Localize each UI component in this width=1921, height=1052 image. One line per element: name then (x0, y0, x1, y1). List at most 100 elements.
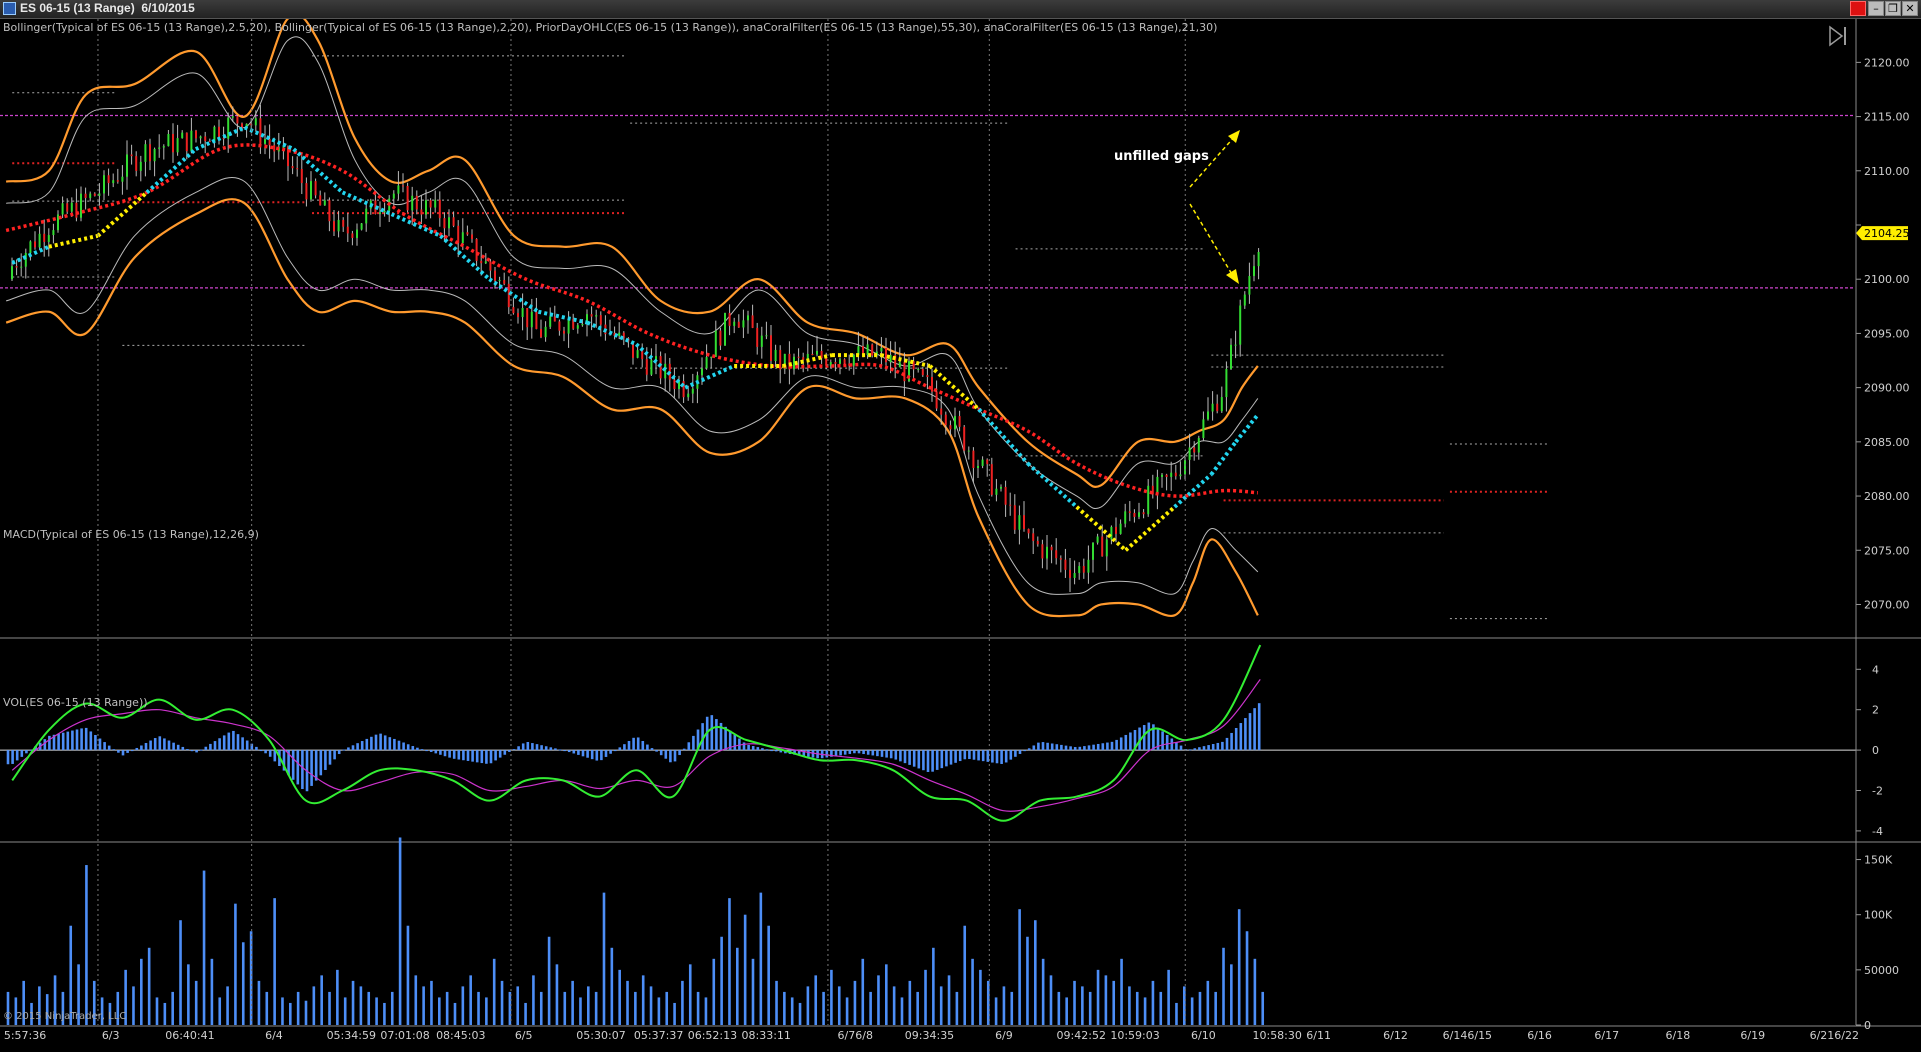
macd-histogram-bar (301, 750, 304, 790)
volume-bar (563, 991, 567, 1025)
macd-histogram-bar (94, 734, 97, 751)
volume-bar (916, 991, 919, 1025)
volume-bar (673, 1002, 676, 1025)
candle-body (967, 450, 970, 452)
candle-body (802, 357, 805, 360)
macd-histogram-bar (1018, 750, 1022, 754)
macd-histogram-bar (48, 735, 51, 751)
candle-body (342, 219, 345, 227)
candle-body (1248, 276, 1251, 295)
volume-bar (1104, 975, 1108, 1025)
macd-histogram-bar (715, 719, 718, 751)
candle-body (521, 308, 524, 318)
candle-body (1174, 472, 1177, 477)
volume-bar (179, 920, 182, 1025)
macd-histogram-bar (1087, 745, 1091, 751)
candle-body (434, 199, 437, 208)
volume-bar (853, 980, 857, 1025)
candle-body (1147, 485, 1150, 515)
time-axis-label: 5:57:36 (4, 1029, 46, 1042)
macd-histogram-bar (153, 738, 157, 751)
macd-histogram-bar (991, 750, 994, 763)
candle-body (1184, 459, 1186, 475)
time-axis-label: 05:34:59 (327, 1029, 376, 1042)
candle-body (940, 408, 943, 415)
chart-area[interactable]: 2070.00 2075.00 2080.00 2085.00 2090.00 2095.… (0, 19, 1921, 1052)
macd-histogram-bar (1023, 750, 1026, 752)
macd-histogram-bar (406, 744, 410, 751)
candle-body (1253, 266, 1255, 277)
volume-axis-label: 0 (1864, 1019, 1871, 1032)
macd-histogram-bar (1257, 703, 1261, 751)
candle-body (1092, 542, 1094, 560)
volume-bar (359, 986, 363, 1025)
candle-body (121, 176, 124, 182)
macd-histogram-bar (420, 749, 424, 751)
candle-body (98, 193, 101, 196)
macd-histogram-bar (1188, 749, 1192, 751)
volume-bar (971, 958, 974, 1025)
macd-histogram-bar (1193, 748, 1197, 751)
volume-bar (234, 903, 237, 1025)
time-axis-label: 6/18 (1666, 1029, 1691, 1042)
macd-histogram-bar (1202, 746, 1206, 751)
volume-bar (634, 991, 637, 1025)
macd-histogram-bar (949, 750, 953, 765)
volume-bar (1112, 980, 1116, 1025)
macd-histogram-bar (1096, 743, 1100, 751)
candle-body (512, 307, 515, 314)
candle-body (770, 335, 772, 362)
time-axis-label: 6/9 (995, 1029, 1013, 1042)
macd-histogram-bar (245, 740, 249, 751)
macd-histogram-bar (112, 749, 116, 751)
scroll-to-end-icon[interactable] (1826, 23, 1854, 49)
volume-bar (626, 980, 629, 1025)
macd-histogram-bar (485, 750, 488, 764)
volume-bar (492, 958, 496, 1025)
macd-indicator-label: MACD(Typical of ES 06-15 (13 Range),12,2… (3, 528, 259, 541)
candle-body (420, 209, 423, 215)
candle-body (448, 217, 450, 229)
macd-histogram-bar (692, 735, 695, 751)
volume-bar (1237, 909, 1241, 1025)
macd-histogram-bar (871, 750, 875, 756)
volume-bar (908, 980, 912, 1025)
candle-body (760, 335, 763, 347)
candle-body (995, 488, 998, 495)
candle-body (1115, 526, 1117, 534)
candle-body (475, 238, 478, 261)
macd-histogram-bar (632, 737, 635, 751)
volume-bar (657, 997, 661, 1025)
macd-histogram-bar (1179, 745, 1183, 751)
candle-body (843, 359, 846, 364)
alert-indicator[interactable] (1850, 1, 1866, 16)
time-axis-label: 6/216/22 (1810, 1029, 1859, 1042)
restore-button[interactable]: ❐ (1885, 1, 1901, 16)
candle-body (254, 118, 257, 126)
candle-body (599, 315, 602, 325)
candle-body (503, 280, 506, 284)
candle-body (153, 148, 156, 162)
macd-histogram-bar (1046, 742, 1049, 751)
volume-bar (547, 936, 551, 1025)
candle-body (1161, 474, 1163, 477)
macd-histogram-bar (535, 744, 539, 751)
volume-bar (837, 986, 841, 1025)
candle-body (1087, 559, 1090, 573)
macd-histogram-bar (475, 750, 479, 763)
candle-body (1170, 472, 1173, 477)
time-axis-label: 6/17 (1594, 1029, 1619, 1042)
candle-body (1055, 550, 1058, 559)
close-button[interactable]: ✕ (1902, 1, 1918, 16)
candle-body (1004, 486, 1007, 505)
macd-histogram-bar (167, 740, 171, 751)
macd-histogram-bar (383, 735, 387, 751)
minimize-button[interactable]: – (1868, 1, 1884, 16)
macd-histogram-bar (1106, 742, 1109, 751)
volume-bar (296, 991, 300, 1025)
time-axis-label: 06:40:41 (165, 1029, 214, 1042)
volume-bar (814, 975, 818, 1025)
volume-bar (979, 969, 982, 1025)
time-axis-label: 6/10 (1191, 1029, 1216, 1042)
time-axis-label: 6/4 (265, 1029, 283, 1042)
